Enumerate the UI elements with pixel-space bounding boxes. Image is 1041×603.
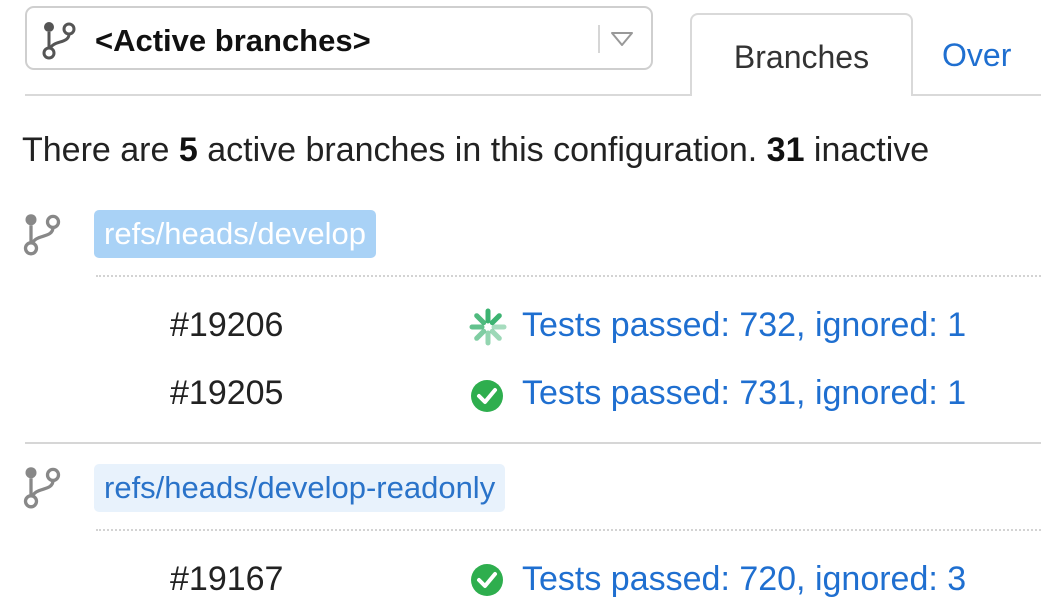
tab-overview[interactable]: Over — [942, 37, 1011, 74]
dropdown-separator — [598, 25, 600, 53]
build-status-link[interactable]: Tests passed: 732, ignored: 1 — [522, 306, 966, 345]
summary-suffix: inactive — [804, 131, 930, 169]
branch-icon — [20, 465, 64, 514]
branch-selector-dropdown[interactable]: <Active branches> — [25, 6, 653, 70]
branch-icon — [39, 20, 79, 65]
branch-selector-label: <Active branches> — [95, 23, 371, 58]
tab-branches-label: Branches — [733, 39, 870, 75]
tab-branches[interactable]: Branches — [690, 13, 913, 96]
build-number[interactable]: #19167 — [170, 560, 283, 599]
running-spinner-icon — [469, 308, 507, 351]
branch-divider — [25, 442, 1041, 444]
summary-prefix: There are — [22, 131, 179, 169]
build-status-link[interactable]: Tests passed: 720, ignored: 3 — [522, 560, 966, 599]
build-number[interactable]: #19206 — [170, 306, 283, 345]
success-check-icon — [469, 378, 505, 419]
summary-middle: active branches in this configuration. — [197, 131, 767, 169]
dotted-divider — [96, 275, 1041, 277]
build-status-link[interactable]: Tests passed: 731, ignored: 1 — [522, 374, 966, 413]
triangle-down-icon[interactable] — [610, 30, 634, 53]
build-number[interactable]: #19205 — [170, 374, 283, 413]
dotted-divider — [96, 529, 1041, 531]
active-branch-count: 5 — [178, 131, 198, 169]
branch-icon — [20, 212, 64, 261]
branch-name-develop[interactable]: refs/heads/develop — [94, 210, 376, 258]
inactive-branch-count: 31 — [766, 131, 805, 169]
branch-name-develop-readonly[interactable]: refs/heads/develop-readonly — [94, 464, 506, 512]
branches-summary: There are 5 active branches in this conf… — [22, 131, 929, 170]
